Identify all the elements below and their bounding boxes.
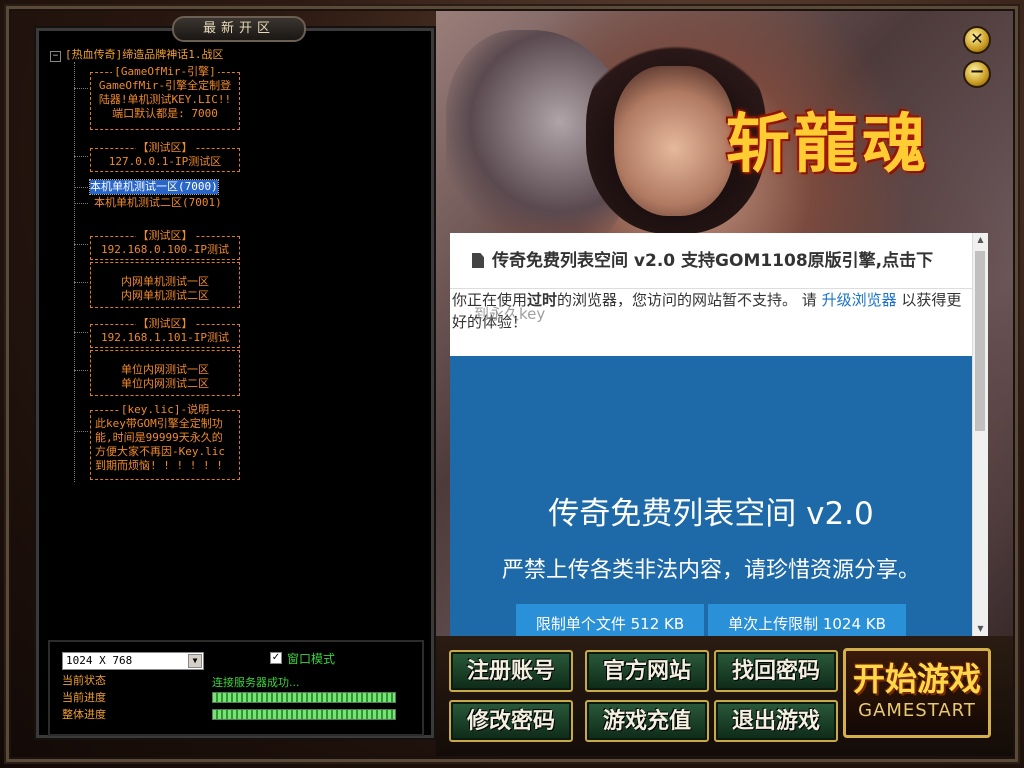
box-line: 端口默认都是: 7000: [112, 107, 218, 120]
exit-game-button[interactable]: 退出游戏: [714, 700, 838, 742]
progress-fill: [213, 710, 395, 719]
change-password-button[interactable]: 修改密码: [449, 700, 573, 742]
start-game-sublabel: GAMESTART: [858, 700, 976, 721]
box-line: 方便大家不再因-Key.lic: [95, 445, 225, 458]
lan-zone-box: 内网单机测试一区 内网单机测试二区: [90, 262, 240, 308]
file-limit-button[interactable]: 限制单个文件 512 KB: [516, 604, 704, 636]
box-line: 能,时间是99999天永久的: [95, 431, 223, 444]
box-line: 到期而烦恼! ! ! ! ! !: [95, 459, 223, 472]
box-line: 192.168.1.101-IP测试: [101, 331, 229, 344]
server-item-local-1[interactable]: 本机单机测试一区(7000): [89, 179, 219, 195]
current-progress-bar: [212, 692, 396, 703]
tree-connector: [74, 187, 88, 188]
box-line: 127.0.0.1-IP测试区: [108, 155, 222, 168]
embedded-browser: 传奇免费列表空间 v2.0 支持GOM1108原版引擎,点击下 你正在使用过时的…: [450, 233, 988, 636]
hero-face-art: [614, 66, 734, 216]
overlay-text: 到永久key: [474, 305, 546, 323]
tree-connector: [74, 203, 88, 204]
box-line[interactable]: 内网单机测试二区: [91, 289, 239, 303]
close-button[interactable]: ✕: [963, 26, 991, 54]
scroll-thumb[interactable]: [975, 251, 985, 431]
box-line[interactable]: 单位内网测试一区: [91, 363, 239, 377]
start-game-label: 开始游戏: [852, 660, 981, 698]
hero-banner: 传奇免费列表空间 v2.0 严禁上传各类非法内容，请珍惜资源分享。 限制单个文件…: [450, 356, 972, 636]
box-title: 【测试区】: [135, 317, 195, 330]
box-line: 此key带GOM引擎全定制功: [95, 417, 223, 430]
tree-connector: [74, 282, 88, 283]
panel-title: 最新开区: [172, 16, 306, 42]
notice-text: 的浏览器，您访问的网站暂不支持。 请: [557, 291, 822, 309]
hero-subtitle: 严禁上传各类非法内容，请珍惜资源分享。: [501, 558, 920, 583]
window-mode-label: 窗口模式: [287, 652, 336, 666]
box-line[interactable]: 单位内网测试二区: [91, 377, 239, 391]
recover-password-button[interactable]: 找回密码: [714, 650, 838, 692]
key-info-box: [key.lic]-说明 此key带GOM引擎全定制功 能,时间是99999天永…: [90, 403, 240, 480]
recharge-button[interactable]: 游戏充值: [585, 700, 709, 742]
tree-root-label: [热血传奇]缔造品牌神话1.战区: [65, 48, 224, 61]
box-line: 陆器!单机测试KEY.LIC!!: [98, 93, 232, 106]
tree-connector: [74, 62, 75, 482]
box-title: 【测试区】: [135, 141, 195, 154]
test-zone-box: 【测试区】 192.168.1.101-IP测试: [90, 317, 240, 348]
scrollbar[interactable]: ▲ ▼: [972, 233, 988, 636]
browser-header[interactable]: 传奇免费列表空间 v2.0 支持GOM1108原版引擎,点击下: [450, 233, 972, 289]
minimize-button[interactable]: −: [963, 60, 991, 88]
box-title: [GameOfMir-引擎]: [112, 65, 218, 78]
box-line: GameOfMir-引擎全定制登: [98, 79, 232, 92]
office-lan-box: 单位内网测试一区 单位内网测试二区: [90, 350, 240, 396]
tree-root[interactable]: − [热血传奇]缔造品牌神话1.战区: [50, 48, 224, 62]
scroll-up-icon[interactable]: ▲: [973, 233, 988, 247]
tree-connector: [74, 244, 88, 245]
upload-limit-button[interactable]: 单次上传限制 1024 KB: [708, 604, 906, 636]
tree-connector: [74, 431, 88, 432]
official-site-button[interactable]: 官方网站: [585, 650, 709, 692]
test-zone-box: 【测试区】 192.168.0.100-IP测试: [90, 229, 240, 260]
box-title: 【测试区】: [135, 229, 195, 242]
tree-connector: [74, 332, 88, 333]
tree-connector: [74, 156, 88, 157]
current-status-label: 当前状态: [62, 674, 106, 687]
collapse-icon[interactable]: −: [50, 51, 61, 62]
window-mode-checkbox[interactable]: ✓: [270, 652, 282, 664]
tree-connector: [74, 88, 88, 89]
server-item-local-2[interactable]: 本机单机测试二区(7001): [94, 196, 222, 210]
browser-header-text: 传奇免费列表空间 v2.0 支持GOM1108原版引擎,点击下: [492, 251, 934, 271]
scroll-down-icon[interactable]: ▼: [973, 622, 988, 636]
upgrade-browser-link[interactable]: 升级浏览器: [822, 291, 897, 309]
box-title: [key.lic]-说明: [118, 403, 212, 416]
register-button[interactable]: 注册账号: [449, 650, 573, 692]
engine-info-box: [GameOfMir-引擎] GameOfMir-引擎全定制登 陆器!单机测试K…: [90, 65, 240, 130]
tree-connector: [74, 370, 88, 371]
launcher-settings: 1024 X 768 ▼ ✓ 窗口模式 当前状态 连接服务器成功... 当前进度…: [48, 640, 424, 736]
resolution-select[interactable]: 1024 X 768 ▼: [62, 652, 204, 670]
resolution-value: 1024 X 768: [66, 654, 133, 667]
overall-progress-label: 整体进度: [62, 708, 106, 721]
chevron-down-icon[interactable]: ▼: [188, 654, 202, 668]
document-icon: [472, 253, 484, 268]
game-logo: 斩龍魂: [726, 107, 930, 182]
test-zone-box: 【测试区】 127.0.0.1-IP测试区: [90, 141, 240, 172]
current-progress-label: 当前进度: [62, 691, 106, 704]
connection-status: 连接服务器成功...: [212, 676, 300, 689]
box-line: 192.168.0.100-IP测试: [101, 243, 229, 256]
hero-title: 传奇免费列表空间 v2.0: [548, 496, 874, 532]
progress-fill: [213, 693, 395, 702]
box-line[interactable]: 内网单机测试一区: [91, 275, 239, 289]
overall-progress-bar: [212, 709, 396, 720]
server-tree: − [热血传奇]缔造品牌神话1.战区 [GameOfMir-引擎] GameOfM…: [44, 46, 424, 496]
start-game-button[interactable]: 开始游戏 GAMESTART: [843, 648, 991, 738]
